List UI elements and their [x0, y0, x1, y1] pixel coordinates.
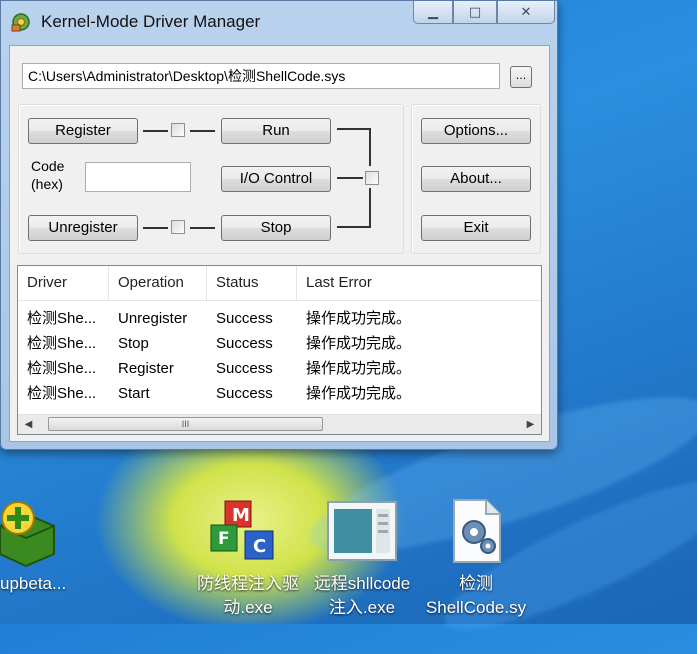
cell-last-error: 操作成功完成。 — [306, 385, 412, 402]
scroll-left-icon[interactable]: ◀ — [21, 417, 36, 432]
connector-line — [369, 188, 371, 227]
mfc-cubes-icon[interactable]: M F C — [205, 497, 283, 569]
icon-label-line1: 防线程注入驱 — [197, 574, 299, 593]
cell-driver: 检测She... — [27, 385, 97, 402]
green-plus-box-icon[interactable] — [0, 496, 58, 568]
cell-last-error: 操作成功完成。 — [306, 335, 412, 352]
browse-button[interactable]: ... — [510, 66, 532, 88]
cell-status: Success — [216, 385, 273, 402]
table-row[interactable]: 检测She... Stop Success 操作成功完成。 — [18, 331, 541, 356]
code-label-line1: Code — [31, 158, 65, 174]
desktop-icon-label[interactable]: 远程shllcode 注入.exe — [304, 572, 420, 620]
exit-button[interactable]: Exit — [421, 215, 531, 241]
cell-operation: Start — [118, 385, 150, 402]
icon-label-line2: ShellCode.sy — [425, 598, 527, 617]
cell-status: Success — [216, 360, 273, 377]
icon-label-line1: 检测 — [459, 574, 493, 593]
driver-manager-window: Kernel-Mode Driver Manager ▁ □ ✕ C:\User… — [0, 0, 558, 450]
connector-line — [337, 128, 371, 130]
close-icon: ✕ — [520, 4, 532, 20]
unregister-button[interactable]: Unregister — [28, 215, 138, 241]
cell-driver: 检测She... — [27, 360, 97, 377]
horizontal-scrollbar[interactable]: ◀ III ▶ — [18, 414, 541, 434]
table-row[interactable]: 检测She... Unregister Success 操作成功完成。 — [18, 306, 541, 331]
connector-line — [337, 226, 371, 228]
about-button[interactable]: About... — [421, 166, 531, 192]
desktop-icon-label[interactable]: 防线程注入驱 动.exe — [188, 572, 308, 620]
column-header-last-error[interactable]: Last Error — [297, 266, 541, 300]
unregister-checkbox[interactable] — [171, 220, 185, 234]
cell-last-error: 操作成功完成。 — [306, 310, 412, 327]
cell-operation: Unregister — [118, 310, 188, 327]
table-row[interactable]: 检测She... Register Success 操作成功完成。 — [18, 356, 541, 381]
cell-driver: 检测She... — [27, 335, 97, 352]
column-header-operation[interactable]: Operation — [109, 266, 207, 300]
svg-text:F: F — [218, 529, 230, 549]
maximize-button[interactable]: □ — [453, 1, 497, 24]
minimize-icon: ▁ — [428, 4, 438, 20]
register-checkbox[interactable] — [171, 123, 185, 137]
connector-line — [190, 227, 215, 229]
stop-button[interactable]: Stop — [221, 215, 331, 241]
cell-last-error: 操作成功完成。 — [306, 360, 412, 377]
connector-line — [190, 130, 215, 132]
connector-line — [369, 128, 371, 166]
svg-text:C: C — [253, 536, 266, 557]
connector-line — [337, 177, 363, 179]
client-area: C:\Users\Administrator\Desktop\检测ShellCo… — [9, 45, 550, 442]
cell-operation: Stop — [118, 335, 149, 352]
scroll-right-icon[interactable]: ▶ — [523, 417, 538, 432]
title-bar[interactable]: Kernel-Mode Driver Manager ▁ □ ✕ — [1, 1, 557, 45]
cell-operation: Register — [118, 360, 174, 377]
desktop-icon-label[interactable]: 检测 ShellCode.sy — [416, 572, 536, 620]
column-header-status[interactable]: Status — [207, 266, 297, 300]
cell-status: Success — [216, 335, 273, 352]
cell-status: Success — [216, 310, 273, 327]
app-gear-icon — [11, 13, 30, 32]
gear-file-icon[interactable] — [448, 498, 504, 564]
icon-label-line2: 动.exe — [223, 598, 273, 617]
app-window-icon[interactable] — [326, 500, 398, 562]
options-button[interactable]: Options... — [421, 118, 531, 144]
icon-label-line1: 远程shllcode — [313, 574, 411, 593]
scroll-thumb[interactable]: III — [48, 417, 323, 431]
register-button[interactable]: Register — [28, 118, 138, 144]
maximize-icon: □ — [468, 4, 482, 20]
connector-line — [143, 227, 168, 229]
list-header: Driver Operation Status Last Error — [18, 266, 541, 301]
close-button[interactable]: ✕ — [497, 1, 555, 24]
code-hex-input[interactable] — [85, 162, 191, 192]
icon-label-line2: 注入.exe — [328, 598, 396, 617]
code-label-line2: (hex) — [31, 176, 63, 192]
table-row[interactable]: 检测She... Start Success 操作成功完成。 — [18, 381, 541, 406]
svg-text:M: M — [232, 505, 250, 526]
connector-line — [143, 130, 168, 132]
code-label: Code (hex) — [31, 157, 64, 193]
run-button[interactable]: Run — [221, 118, 331, 144]
window-title: Kernel-Mode Driver Manager — [41, 12, 261, 31]
cell-driver: 检测She... — [27, 310, 97, 327]
operations-list[interactable]: Driver Operation Status Last Error 检测She… — [17, 265, 542, 435]
io-control-checkbox[interactable] — [365, 171, 379, 185]
column-header-driver[interactable]: Driver — [18, 266, 109, 300]
driver-path-input[interactable]: C:\Users\Administrator\Desktop\检测ShellCo… — [22, 63, 500, 89]
desktop-icon-label[interactable]: upbeta... — [0, 572, 72, 596]
minimize-button[interactable]: ▁ — [413, 1, 453, 24]
io-control-button[interactable]: I/O Control — [221, 166, 331, 192]
